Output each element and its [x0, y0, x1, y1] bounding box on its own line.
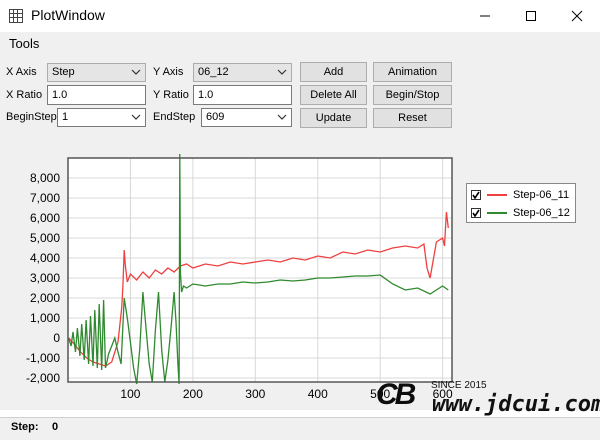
- delete-all-button[interactable]: Delete All: [300, 85, 367, 105]
- legend-swatch-series-1: [487, 194, 507, 196]
- maximize-button[interactable]: [508, 0, 554, 32]
- check-icon: [472, 209, 480, 217]
- legend-checkbox-series-1[interactable]: [471, 190, 481, 200]
- watermark-logo: CB: [376, 378, 416, 411]
- legend-checkbox-series-2[interactable]: [471, 208, 481, 218]
- watermark-url: www.jdcui.com: [432, 392, 600, 417]
- chevron-down-icon: [277, 114, 287, 120]
- y-tick-label: 6,000: [30, 211, 60, 225]
- minimize-icon: [480, 15, 490, 17]
- x-axis-label: X Axis: [6, 66, 37, 78]
- begin-step-select[interactable]: 1: [57, 108, 146, 127]
- y-tick-label: 4,000: [30, 251, 60, 265]
- begin-step-label: BeginStep: [6, 111, 57, 123]
- y-ratio-label: Y Ratio: [153, 89, 189, 101]
- x-tick-label: 300: [245, 387, 265, 401]
- close-button[interactable]: [554, 0, 600, 32]
- x-tick-label: 100: [120, 387, 140, 401]
- y-tick-label: 2,000: [30, 291, 60, 305]
- reset-button[interactable]: Reset: [373, 108, 452, 128]
- begin-stop-button[interactable]: Begin/Stop: [373, 85, 452, 105]
- x-axis-value: Step: [52, 66, 75, 78]
- chevron-down-icon: [131, 69, 141, 75]
- minimize-button[interactable]: [462, 0, 508, 32]
- y-tick-label: 1,000: [30, 311, 60, 325]
- add-button[interactable]: Add: [300, 62, 367, 82]
- check-icon: [472, 191, 480, 199]
- y-axis-label: Y Axis: [153, 66, 184, 78]
- x-ratio-value: 1.0: [52, 89, 68, 101]
- chevron-down-icon: [277, 69, 287, 75]
- legend-item-series-1: Step-06_11: [471, 187, 569, 203]
- legend-label-series-1: Step-06_11: [513, 189, 570, 201]
- menu-bar: [0, 32, 600, 54]
- legend-item-series-2: Step-06_12: [471, 205, 570, 221]
- watermark-since: SINCE 2015: [431, 380, 487, 391]
- status-bar: [0, 417, 600, 440]
- begin-step-value: 1: [62, 111, 69, 123]
- end-step-label: EndStep: [153, 111, 196, 123]
- x-tick-label: 200: [183, 387, 203, 401]
- y-tick-label: -2,000: [26, 371, 60, 385]
- x-ratio-input[interactable]: 1.0: [47, 85, 146, 105]
- menu-tools[interactable]: Tools: [9, 36, 39, 51]
- y-tick-label: 8,000: [30, 171, 60, 185]
- y-ratio-value: 1.0: [198, 89, 214, 101]
- app-grid-icon: [9, 9, 23, 23]
- y-tick-label: 3,000: [30, 271, 60, 285]
- status-step-value: 0: [52, 421, 59, 433]
- legend-swatch-series-2: [487, 212, 507, 214]
- y-axis-select[interactable]: 06_12: [193, 63, 292, 82]
- legend-label-series-2: Step-06_12: [513, 207, 570, 219]
- update-button[interactable]: Update: [300, 108, 367, 128]
- chart-legend: Step-06_11 Step-06_12: [466, 183, 576, 223]
- window-title: PlotWindow: [31, 7, 105, 23]
- maximize-icon: [526, 11, 536, 21]
- x-ratio-label: X Ratio: [6, 89, 43, 101]
- chevron-down-icon: [131, 114, 141, 120]
- status-step-label: Step:: [11, 421, 39, 433]
- close-icon: [571, 10, 583, 22]
- y-axis-value: 06_12: [198, 66, 229, 78]
- animation-button[interactable]: Animation: [373, 62, 452, 82]
- y-ratio-input[interactable]: 1.0: [193, 85, 292, 105]
- end-step-value: 609: [206, 111, 225, 123]
- y-tick-label: -1,000: [26, 351, 60, 365]
- y-tick-label: 7,000: [30, 191, 60, 205]
- y-tick-label: 5,000: [30, 231, 60, 245]
- x-tick-label: 400: [308, 387, 328, 401]
- y-tick-label: 0: [53, 331, 60, 345]
- x-axis-select[interactable]: Step: [47, 63, 146, 82]
- end-step-select[interactable]: 609: [201, 108, 292, 127]
